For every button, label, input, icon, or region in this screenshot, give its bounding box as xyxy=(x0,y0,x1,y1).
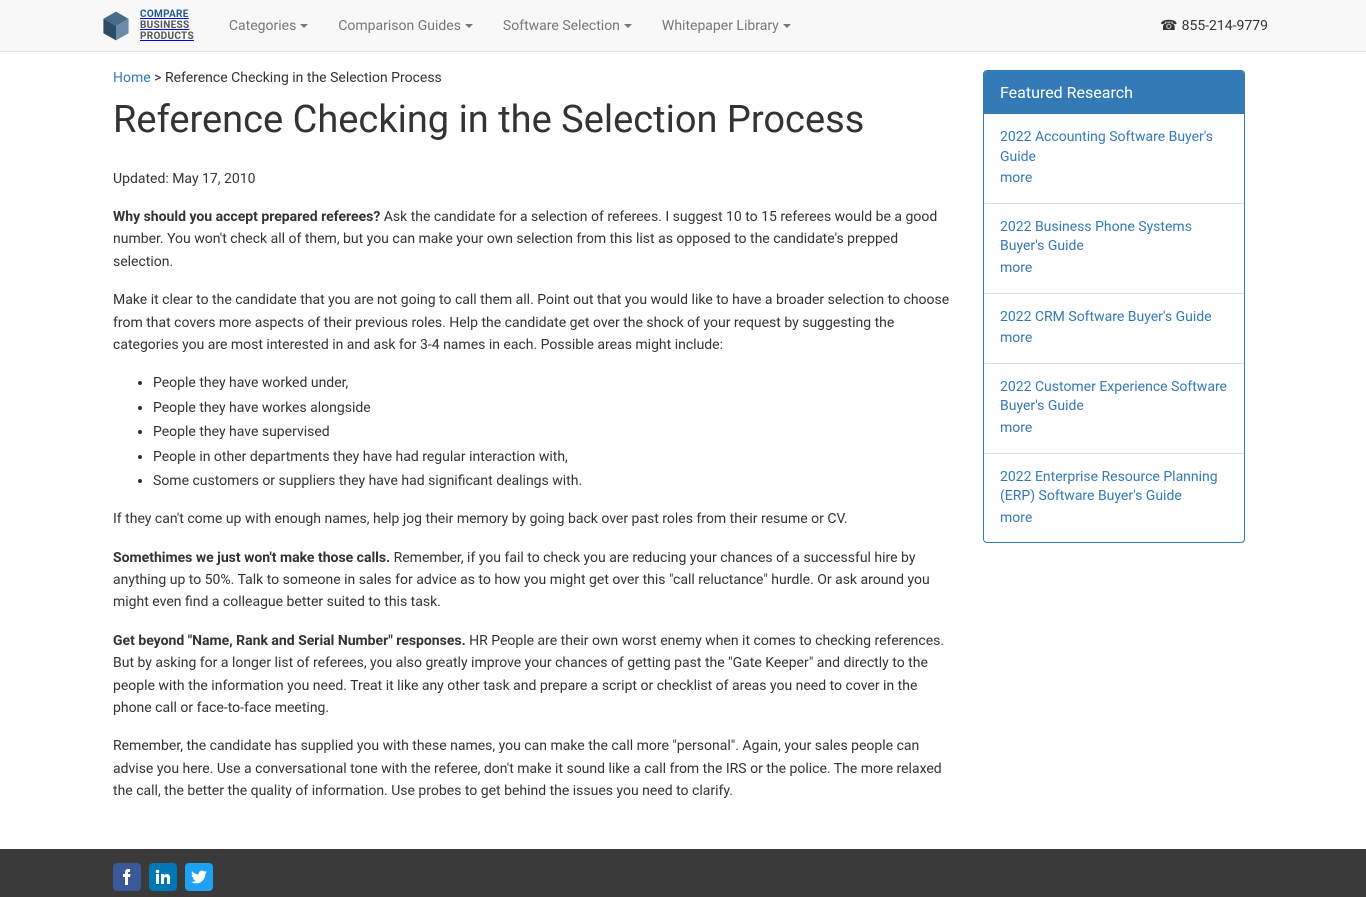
phone-icon: ☎ xyxy=(1160,18,1177,34)
list-item: People they have supervised xyxy=(153,421,953,443)
facebook-icon[interactable] xyxy=(113,863,141,891)
chevron-down-icon xyxy=(465,24,473,28)
brand-logo[interactable]: COMPARE BUSINESS PRODUCTS xyxy=(98,8,194,44)
logo-text: COMPARE BUSINESS PRODUCTS xyxy=(140,9,194,42)
updated-date: Updated: May 17, 2010 xyxy=(113,168,953,190)
research-link[interactable]: 2022 Accounting Software Buyer's Guide xyxy=(1000,128,1228,167)
more-link[interactable]: more xyxy=(1000,419,1032,439)
paragraph-4: Somethimes we just won't make those call… xyxy=(113,547,953,614)
nav-menu: Categories Comparison Guides Software Se… xyxy=(214,18,806,34)
panel-heading: Featured Research xyxy=(984,71,1244,114)
breadcrumb-home[interactable]: Home xyxy=(113,70,151,86)
nav-software-selection[interactable]: Software Selection xyxy=(503,18,632,34)
research-item: 2022 Accounting Software Buyer's Guide m… xyxy=(984,114,1244,204)
top-navbar: COMPARE BUSINESS PRODUCTS Categories Com… xyxy=(0,0,1366,52)
research-link[interactable]: 2022 Customer Experience Software Buyer'… xyxy=(1000,378,1228,417)
breadcrumb: Home > Reference Checking in the Selecti… xyxy=(113,70,953,86)
paragraph-5: Get beyond "Name, Rank and Serial Number… xyxy=(113,630,953,720)
list-item: People they have worked under, xyxy=(153,372,953,394)
twitter-icon[interactable] xyxy=(185,863,213,891)
more-link[interactable]: more xyxy=(1000,259,1032,279)
more-link[interactable]: more xyxy=(1000,509,1032,529)
list-item: People they have workes alongside xyxy=(153,397,953,419)
research-link[interactable]: 2022 CRM Software Buyer's Guide xyxy=(1000,308,1228,328)
linkedin-icon[interactable] xyxy=(149,863,177,891)
paragraph-6: Remember, the candidate has supplied you… xyxy=(113,735,953,802)
nav-whitepaper-library[interactable]: Whitepaper Library xyxy=(662,18,791,34)
featured-research-panel: Featured Research 2022 Accounting Softwa… xyxy=(983,70,1245,543)
more-link[interactable]: more xyxy=(1000,329,1032,349)
main-content: Home > Reference Checking in the Selecti… xyxy=(113,52,953,819)
list-item: Some customers or suppliers they have ha… xyxy=(153,470,953,492)
paragraph-2: Make it clear to the candidate that you … xyxy=(113,289,953,356)
research-link[interactable]: 2022 Business Phone Systems Buyer's Guid… xyxy=(1000,218,1228,257)
sidebar: Featured Research 2022 Accounting Softwa… xyxy=(983,70,1245,819)
chevron-down-icon xyxy=(300,24,308,28)
list-item: People in other departments they have ha… xyxy=(153,446,953,468)
paragraph-1: Why should you accept prepared referees?… xyxy=(113,206,953,273)
more-link[interactable]: more xyxy=(1000,169,1032,189)
research-link[interactable]: 2022 Enterprise Resource Planning (ERP) … xyxy=(1000,468,1228,507)
breadcrumb-current: Reference Checking in the Selection Proc… xyxy=(165,70,442,86)
chevron-down-icon xyxy=(783,24,791,28)
research-item: 2022 Customer Experience Software Buyer'… xyxy=(984,364,1244,454)
chevron-down-icon xyxy=(624,24,632,28)
research-item: 2022 Business Phone Systems Buyer's Guid… xyxy=(984,204,1244,294)
logo-icon xyxy=(98,8,134,44)
nav-categories[interactable]: Categories xyxy=(229,18,308,34)
research-item: 2022 Enterprise Resource Planning (ERP) … xyxy=(984,454,1244,543)
nav-comparison-guides[interactable]: Comparison Guides xyxy=(338,18,473,34)
footer xyxy=(0,849,1366,897)
page-title: Reference Checking in the Selection Proc… xyxy=(113,98,953,144)
phone-number: ☎ 855-214-9779 xyxy=(1160,18,1268,34)
research-item: 2022 CRM Software Buyer's Guide more xyxy=(984,294,1244,364)
paragraph-3: If they can't come up with enough names,… xyxy=(113,508,953,530)
bullet-list: People they have worked under, People th… xyxy=(153,372,953,492)
